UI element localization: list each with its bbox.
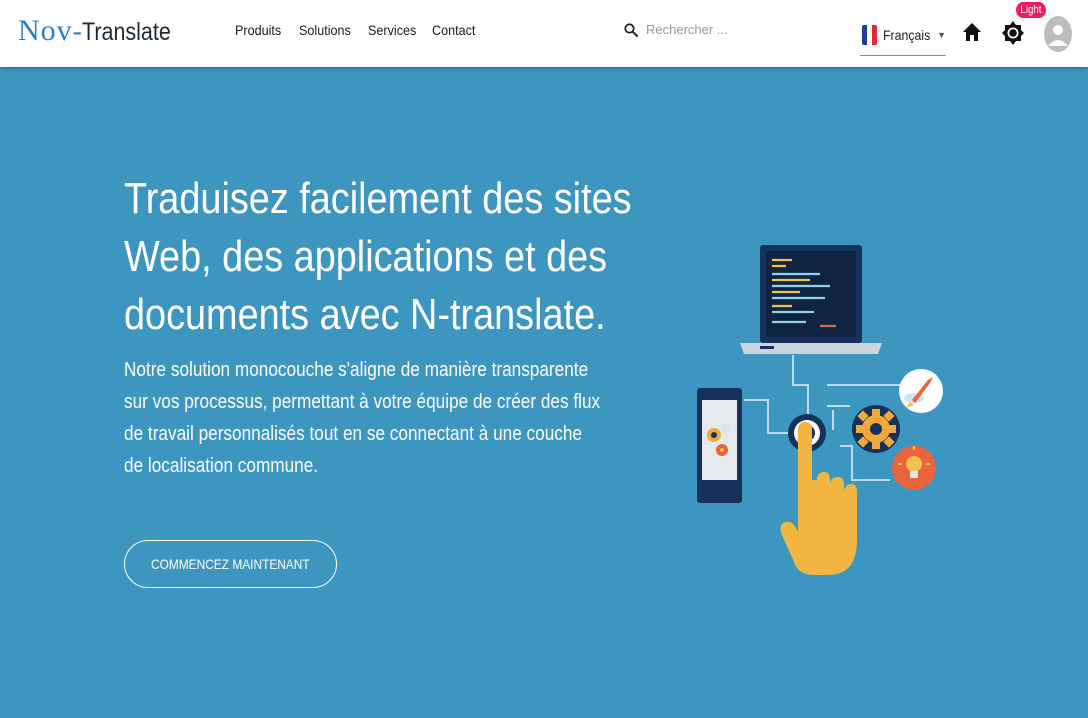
get-started-label: COMMENCEZ MAINTENANT — [151, 556, 310, 572]
logo[interactable]: Nov - Translate — [18, 14, 185, 50]
tech-illustration — [697, 245, 943, 575]
nav-services[interactable]: Services — [368, 22, 416, 38]
avatar[interactable] — [1044, 16, 1072, 52]
nav-solutions[interactable]: Solutions — [299, 22, 351, 38]
language-label: Français — [883, 26, 931, 43]
nav-contact[interactable]: Contact — [432, 22, 475, 38]
logo-dash: - — [72, 16, 82, 47]
get-started-button[interactable]: COMMENCEZ MAINTENANT — [124, 540, 337, 588]
home-icon[interactable] — [962, 22, 982, 42]
search-icon[interactable] — [624, 22, 638, 37]
avatar-icon — [1048, 25, 1068, 46]
language-select[interactable]: Français ▼ — [860, 14, 946, 56]
chevron-down-icon: ▼ — [937, 29, 946, 40]
hero-description: Notre solution monocouche s'aligne de ma… — [124, 359, 601, 477]
logo-translate: Translate — [82, 18, 171, 46]
hero-title-line: Traduisez facilement des sites — [124, 174, 632, 223]
france-flag-icon — [862, 24, 878, 45]
search-input[interactable] — [646, 22, 786, 37]
hero-title: Traduisez facilement des sites Web, des … — [124, 170, 632, 344]
brightness-icon[interactable] — [1001, 20, 1025, 46]
theme-badge: Light — [1016, 2, 1046, 18]
search-box — [624, 22, 786, 37]
top-navbar: Nov - Translate Produits Solutions Service… — [0, 0, 1088, 67]
hero-title-line: documents avec N-translate. — [124, 290, 606, 339]
nav-produits[interactable]: Produits — [235, 22, 281, 38]
logo-nov: Nov — [18, 14, 73, 47]
hero-title-line: Web, des applications et des — [124, 232, 608, 281]
